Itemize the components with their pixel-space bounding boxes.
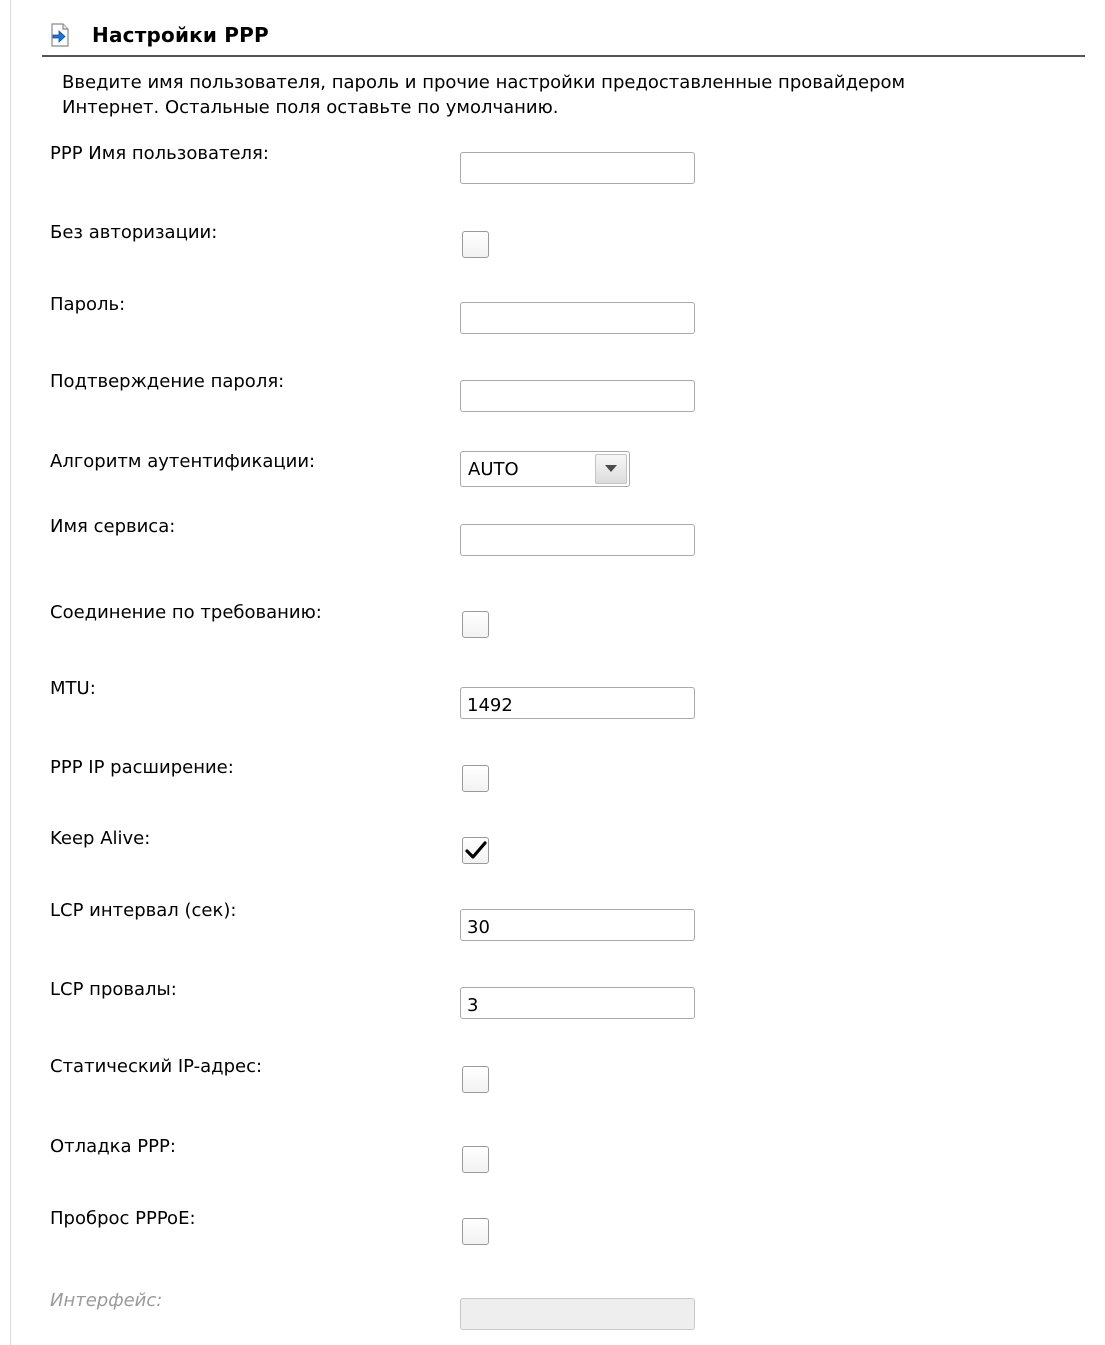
static-ip-checkbox[interactable]: [462, 1066, 489, 1093]
ppp-debug-label: Отладка PPP:: [50, 1136, 176, 1157]
section-header: Настройки PPP: [50, 20, 269, 50]
keep-alive-checkbox[interactable]: [462, 837, 489, 864]
service-name-label: Имя сервиса:: [50, 516, 176, 537]
checkmark-icon: [465, 841, 487, 859]
lcp-interval-input[interactable]: [460, 909, 695, 941]
ppp-ip-extension-checkbox[interactable]: [462, 765, 489, 792]
interface-label: Интерфейс:: [50, 1290, 163, 1311]
password-confirm-input[interactable]: [460, 380, 695, 412]
mtu-input[interactable]: [460, 687, 695, 719]
keep-alive-label: Keep Alive:: [50, 828, 151, 849]
page-title: Настройки PPP: [92, 23, 269, 47]
no-auth-checkbox[interactable]: [462, 231, 489, 258]
chevron-down-icon: [605, 465, 617, 472]
auth-algorithm-select[interactable]: AUTO: [460, 451, 630, 487]
description-line-2: Интернет. Остальные поля оставьте по умо…: [62, 97, 559, 118]
header-divider: [42, 55, 1085, 57]
description-text: Введите имя пользователя, пароль и прочи…: [62, 70, 1062, 120]
ppp-debug-checkbox[interactable]: [462, 1146, 489, 1173]
ppp-username-label: PPP Имя пользователя:: [50, 143, 269, 164]
lcp-interval-label: LCP интервал (сек):: [50, 900, 237, 921]
mtu-label: MTU:: [50, 678, 96, 699]
lcp-failures-input[interactable]: [460, 987, 695, 1019]
auth-algorithm-label: Алгоритм аутентификации:: [50, 451, 316, 472]
on-demand-checkbox[interactable]: [462, 611, 489, 638]
dropdown-arrow-button[interactable]: [595, 454, 627, 484]
pppoe-passthrough-label: Проброс PPPoE:: [50, 1208, 196, 1229]
lcp-failures-label: LCP провалы:: [50, 979, 177, 1000]
ppp-ip-extension-label: PPP IP расширение:: [50, 757, 234, 778]
pppoe-passthrough-checkbox[interactable]: [462, 1218, 489, 1245]
password-confirm-label: Подтверждение пароля:: [50, 371, 285, 392]
left-border: [10, 0, 11, 1345]
password-label: Пароль:: [50, 294, 126, 315]
page-arrow-icon: [50, 23, 70, 47]
on-demand-label: Соединение по требованию:: [50, 602, 322, 623]
password-input[interactable]: [460, 302, 695, 334]
ppp-username-input[interactable]: [460, 152, 695, 184]
no-auth-label: Без авторизации:: [50, 222, 218, 243]
interface-input: [460, 1298, 695, 1330]
auth-algorithm-selected-value: AUTO: [468, 459, 519, 480]
description-line-1: Введите имя пользователя, пароль и прочи…: [62, 72, 906, 93]
static-ip-label: Статический IP-адрес:: [50, 1056, 263, 1077]
service-name-input[interactable]: [460, 524, 695, 556]
